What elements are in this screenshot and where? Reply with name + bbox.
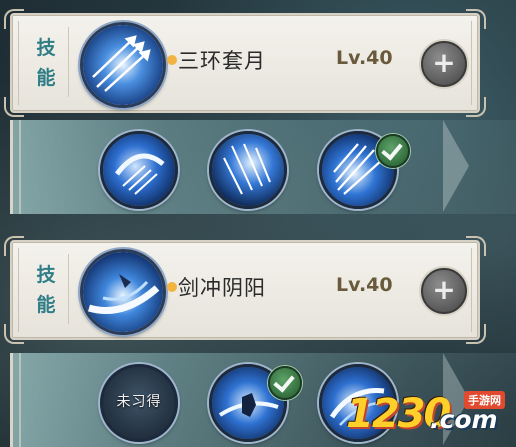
crescent-sword-rune-icon[interactable] — [100, 131, 178, 209]
locked-rune-label: 未习得 — [116, 394, 162, 410]
equipped-check-icon — [268, 366, 302, 400]
divider — [68, 254, 69, 324]
skill-side-label: 技能 — [36, 264, 56, 316]
skill-level: Lv.40 — [336, 274, 393, 296]
falling-blades-rune-icon[interactable] — [209, 131, 287, 209]
site-watermark-logo: 1230 .com 手游网 — [346, 387, 516, 447]
skill-card-2: 技能 剑冲阴阳 Lv.40 + — [4, 236, 486, 344]
skill-name: 三环套月 — [178, 49, 266, 73]
skill-name-bullet — [167, 282, 177, 292]
watermark-tag: 手游网 — [464, 391, 505, 409]
skill-side-label: 技能 — [36, 37, 56, 89]
divider — [68, 27, 69, 97]
upgrade-plus-button[interactable]: + — [421, 41, 467, 87]
watermark-domain: .com — [430, 405, 498, 434]
triple-arrow-skill-icon[interactable] — [80, 22, 166, 108]
locked-rune-icon[interactable]: 未习得 — [100, 364, 178, 442]
skill-name: 剑冲阴阳 — [178, 276, 266, 300]
skill-level: Lv.40 — [336, 47, 393, 69]
sword-dash-skill-icon[interactable] — [80, 249, 166, 335]
upgrade-plus-button[interactable]: + — [421, 268, 467, 314]
strip-arrow-icon — [443, 120, 469, 212]
equipped-check-icon — [376, 134, 410, 168]
skill-name-bullet — [167, 55, 177, 65]
skill-card-1: 技能 三环套月 Lv.40 + — [4, 9, 486, 117]
